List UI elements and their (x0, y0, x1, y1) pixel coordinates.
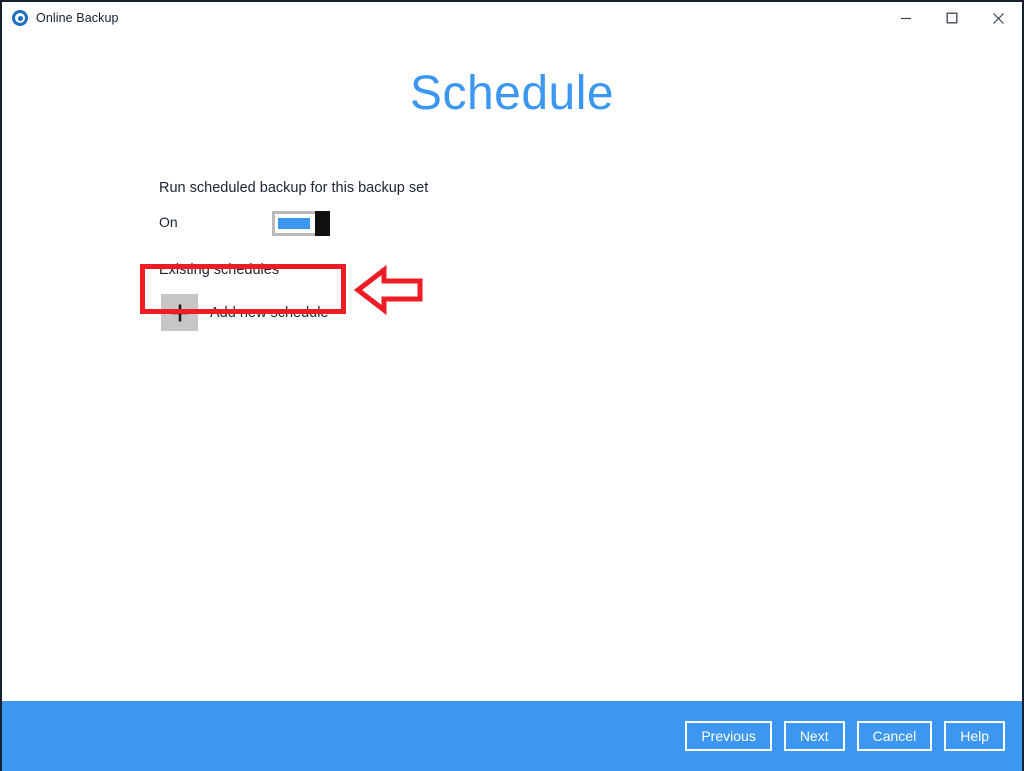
application-window: Online Backup Schedule Run scheduled bac… (0, 0, 1024, 771)
close-button[interactable] (975, 2, 1021, 34)
run-scheduled-backup-toggle-row: On (159, 211, 859, 237)
window-title: Online Backup (36, 11, 119, 25)
close-icon (992, 12, 1004, 24)
title-bar: Online Backup (2, 2, 1022, 34)
existing-schedules-label: Existing schedules (159, 262, 280, 279)
minimize-icon (901, 17, 911, 20)
minimize-button[interactable] (883, 2, 929, 34)
previous-button[interactable]: Previous (685, 721, 772, 751)
help-button[interactable]: Help (944, 721, 1005, 751)
target-circle-dot (17, 15, 23, 21)
target-circle-icon (12, 10, 28, 26)
toggle-state-label: On (159, 214, 178, 231)
plus-icon[interactable] (161, 294, 198, 332)
maximize-icon (946, 12, 958, 24)
maximize-button[interactable] (929, 2, 975, 34)
page-title: Schedule (409, 67, 615, 120)
next-button[interactable]: Next (783, 721, 845, 751)
add-new-schedule-label: Add new schedule (210, 304, 329, 321)
footer-bar: Previous Next Cancel Help (2, 701, 1022, 771)
schedule-form: Run scheduled backup for this backup set… (140, 180, 859, 338)
existing-schedules-list: Add new schedule (140, 287, 346, 338)
cancel-button[interactable]: Cancel (856, 721, 933, 751)
run-scheduled-backup-label: Run scheduled backup for this backup set (159, 180, 429, 196)
toggle-fill (278, 218, 310, 230)
footer-button-group: Previous Next Cancel Help (685, 721, 1005, 751)
title-bar-identity: Online Backup (12, 2, 119, 34)
add-new-schedule-row[interactable]: Add new schedule (140, 287, 346, 338)
run-scheduled-backup-toggle[interactable] (272, 211, 330, 237)
toggle-thumb[interactable] (315, 211, 330, 237)
target-circle-ring (15, 13, 25, 23)
